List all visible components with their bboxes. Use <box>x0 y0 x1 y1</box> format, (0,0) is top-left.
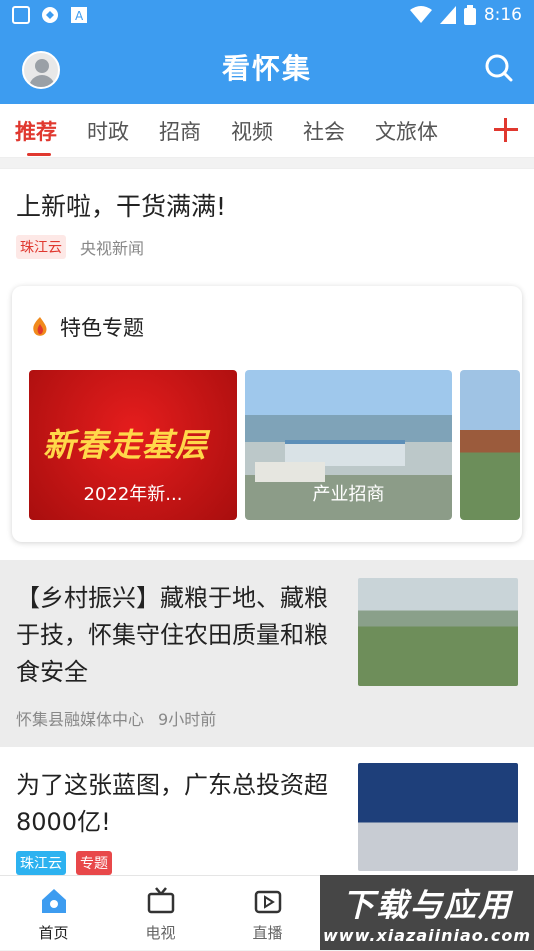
card-caption: 2022年新... <box>83 484 183 505</box>
category-tabs: 推荐 时政 招商 视频 社会 文旅体 <box>0 104 534 158</box>
news-thumbnail <box>358 578 518 686</box>
a-icon: A <box>71 7 87 23</box>
svg-text:A: A <box>75 9 84 23</box>
tab-label: 首页 <box>38 924 69 942</box>
topic-tag: 专题 <box>76 851 112 875</box>
status-bar: A 8:16 <box>0 0 534 30</box>
live-icon <box>254 890 281 914</box>
card-caption: 产业招商 <box>312 484 385 505</box>
news-source: 怀集县融媒体中心 <box>16 710 145 729</box>
tab-video[interactable]: 视频 <box>216 104 288 158</box>
list-item[interactable]: 上新啦，干货满满! 珠江云 央视新闻 <box>0 168 534 266</box>
tab-home[interactable]: 首页 <box>0 876 107 951</box>
flame-icon <box>33 317 47 336</box>
feature-title: 特色专题 <box>60 316 144 340</box>
battery-icon <box>463 5 476 25</box>
feature-card-item[interactable] <box>460 370 520 520</box>
tab-society[interactable]: 社会 <box>288 104 360 158</box>
wifi-icon <box>409 6 432 23</box>
card-image-text: 新春走基层 <box>43 426 209 464</box>
source-tag: 珠江云 <box>16 851 66 875</box>
source-tag: 珠江云 <box>16 235 66 259</box>
feature-card: 特色专题 新春走基层 2022年新... 产业招商 <box>12 286 522 542</box>
app-icon <box>12 6 30 24</box>
tab-tv[interactable]: 电视 <box>107 876 214 951</box>
tab-label: 电视 <box>145 924 176 942</box>
search-icon[interactable] <box>484 53 514 83</box>
watermark-logo: 下载与应用 www.xiazaiiniao.com <box>320 875 534 950</box>
tv-icon <box>147 887 174 914</box>
tab-label: 直播 <box>252 924 283 942</box>
tab-investment[interactable]: 招商 <box>144 104 216 158</box>
list-item[interactable]: 【乡村振兴】藏粮于地、藏粮于技，怀集守住农田质量和粮食安全 怀集县融媒体中心 9… <box>0 560 534 747</box>
app-header: 看怀集 <box>0 30 534 104</box>
news-thumbnail <box>358 763 518 871</box>
app-title: 看怀集 <box>221 52 312 85</box>
news-source: 央视新闻 <box>80 239 145 258</box>
tab-live[interactable]: 直播 <box>214 876 321 951</box>
watermark-line1: 下载与应用 <box>341 886 512 924</box>
list-item[interactable]: 为了这张蓝图，广东总投资超8000亿! 珠江云 专题 <box>0 747 534 875</box>
plus-icon[interactable] <box>492 116 520 144</box>
feature-card-item[interactable]: 产业招商 <box>245 370 452 520</box>
tab-politics[interactable]: 时政 <box>72 104 144 158</box>
tab-culture-tourism-sports[interactable]: 文旅体 <box>360 104 453 158</box>
watermark-line2: www.xiazaiiniao.com <box>323 926 531 945</box>
sync-icon <box>42 7 58 23</box>
news-title: 上新啦，干货满满! <box>16 192 227 221</box>
home-icon <box>41 889 66 913</box>
user-avatar[interactable] <box>22 51 60 89</box>
feature-card-item[interactable]: 新春走基层 2022年新... <box>29 370 237 520</box>
status-time: 8:16 <box>483 5 522 25</box>
signal-icon <box>439 6 456 24</box>
tab-recommend[interactable]: 推荐 <box>0 104 72 158</box>
news-title: 【乡村振兴】藏粮于地、藏粮于技，怀集守住农田质量和粮食安全 <box>16 584 328 686</box>
feature-section: 特色专题 新春走基层 2022年新... 产业招商 <box>0 266 534 560</box>
news-title: 为了这张蓝图，广东总投资超8000亿! <box>16 771 328 836</box>
news-time: 9小时前 <box>158 710 217 729</box>
